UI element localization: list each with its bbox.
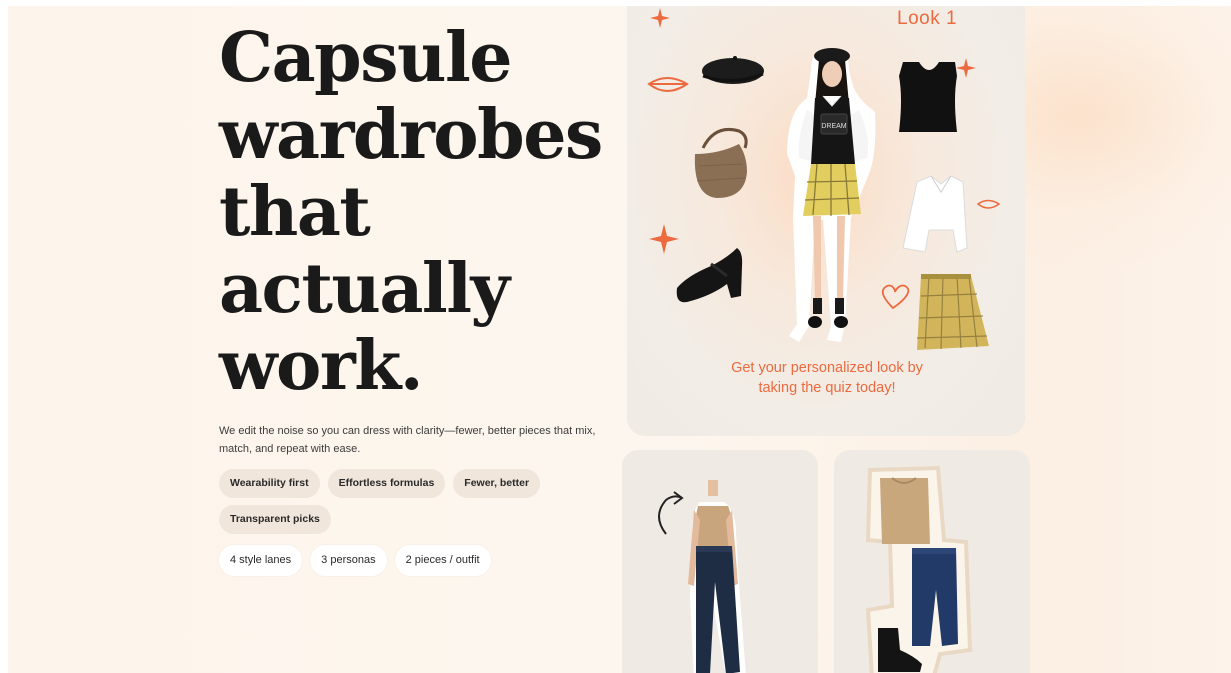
hero-title: Capsule wardrobes that actually work. <box>219 18 603 406</box>
quiz-promo-line: taking the quiz today! <box>758 380 896 396</box>
hero-title-line: work. <box>219 326 424 406</box>
feature-tag: Transparent picks <box>219 505 331 534</box>
hero-title-line: wardrobes <box>219 95 603 175</box>
beret-image <box>702 56 764 84</box>
landing-page: Capsule wardrobes that actually work. We… <box>8 6 1231 673</box>
stats-row: 4 style lanes 3 personas 2 pieces / outf… <box>219 545 491 576</box>
look-card[interactable]: Look 1 DREAM Get your personalized look … <box>627 6 1025 436</box>
lips-doodle-icon <box>976 199 1001 209</box>
handbag-image <box>694 127 748 198</box>
feature-tag: Wearability first <box>219 469 320 498</box>
curved-arrow-icon <box>658 491 684 535</box>
plaid-skirt-image <box>916 274 989 350</box>
hero-title-line: Capsule <box>219 18 513 98</box>
hero-title-line: actually <box>219 249 510 329</box>
sparkle-icon <box>649 224 679 254</box>
sparkle-icon <box>650 8 670 28</box>
outfit-flatlay-illustration <box>865 465 973 673</box>
white-shirt-image <box>902 175 968 253</box>
lips-doodle-icon <box>647 77 689 92</box>
quiz-promo-text[interactable]: Get your personalized look by taking the… <box>627 358 1025 398</box>
hero-subtitle: We edit the noise so you can dress with … <box>219 425 596 455</box>
stat-pill: 4 style lanes <box>219 545 303 576</box>
feature-tag: Effortless formulas <box>327 469 446 498</box>
model-image: DREAM <box>787 48 876 343</box>
outfit-card[interactable] <box>622 450 818 673</box>
mary-jane-shoe-image <box>676 248 743 303</box>
outfit-illustration <box>658 480 746 673</box>
feature-tags: Wearability first Effortless formulas Fe… <box>219 469 579 534</box>
stat-pill: 3 personas <box>310 545 387 576</box>
hero-title-line: that <box>219 172 371 252</box>
shirt-text: DREAM <box>821 123 846 130</box>
knit-top-image <box>880 477 930 544</box>
knit-vest-image <box>899 62 957 132</box>
quiz-promo-line: Get your personalized look by <box>731 360 923 376</box>
heart-doodle-icon <box>881 284 910 310</box>
stat-pill: 2 pieces / outfit <box>394 545 491 576</box>
feature-tag: Fewer, better <box>453 469 541 498</box>
sparkle-icon <box>956 58 976 78</box>
outfit-card[interactable] <box>834 450 1030 673</box>
